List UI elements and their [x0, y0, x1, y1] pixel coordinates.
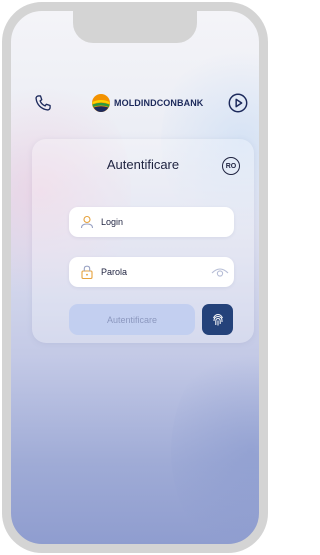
play-icon[interactable] [227, 92, 249, 114]
bank-name: MOLDINDCONBANK [114, 98, 204, 108]
login-input[interactable] [101, 207, 211, 237]
bank-logo-icon [92, 94, 110, 112]
fingerprint-icon [212, 313, 223, 325]
login-button[interactable]: Autentificare [69, 304, 195, 335]
fingerprint-button[interactable] [202, 304, 233, 335]
top-bar: MOLDINDCONBANK [11, 91, 259, 115]
language-selector[interactable]: RO [222, 157, 240, 175]
phone-icon[interactable] [33, 93, 53, 113]
login-field[interactable] [69, 207, 234, 237]
bank-logo: MOLDINDCONBANK [91, 93, 203, 113]
phone-frame: MOLDINDCONBANK Autentificare RO Login Au… [2, 2, 268, 553]
user-icon [80, 215, 94, 229]
page-title: Autentificare [106, 157, 180, 172]
eye-icon[interactable] [211, 265, 229, 279]
password-input[interactable] [101, 257, 211, 287]
password-field[interactable] [69, 257, 234, 287]
login-card: Autentificare RO Autentificare [32, 139, 254, 343]
phone-notch [73, 11, 197, 43]
background-glow [171, 341, 259, 544]
lock-icon [81, 265, 93, 280]
